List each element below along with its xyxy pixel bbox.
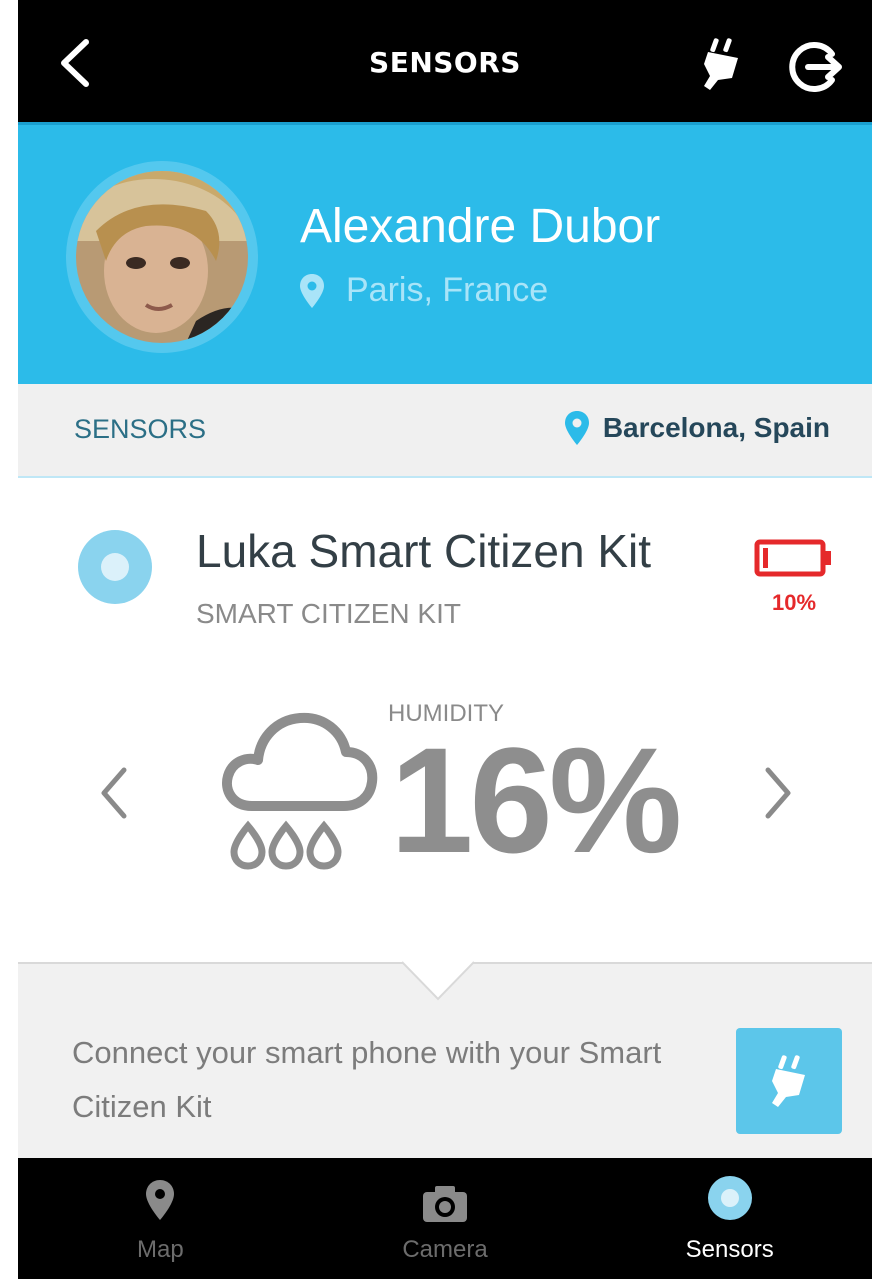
- profile-header: Alexandre Dubor Paris, France: [18, 122, 872, 384]
- avatar-ring: [66, 161, 258, 353]
- sensors-section-bar: SENSORS Barcelona, Spain: [18, 384, 872, 478]
- battery-percentage: 10%: [771, 590, 817, 615]
- chevron-right-icon: [765, 767, 791, 819]
- profile-location-text: Paris, France: [346, 271, 549, 309]
- pointer-notch: [402, 961, 474, 1001]
- connect-kit-button[interactable]: [736, 1028, 842, 1134]
- connect-panel: Connect your smart phone with your Smart…: [18, 961, 872, 1158]
- avatar[interactable]: [76, 171, 248, 343]
- bottom-tab-bar: Map Camera Sensors: [18, 1158, 872, 1279]
- map-pin-icon: [146, 1180, 175, 1220]
- plug-icon: [772, 1055, 805, 1107]
- previous-metric-button[interactable]: [96, 764, 132, 822]
- avatar-photo: [76, 171, 248, 343]
- sensors-section-label: SENSORS: [74, 414, 207, 444]
- tab-label: Camera: [402, 1236, 488, 1263]
- kit-location[interactable]: Barcelona, Spain: [564, 410, 830, 446]
- plug-icon: [704, 38, 738, 90]
- location-pin-icon: [300, 273, 324, 308]
- logout-icon: [789, 42, 842, 92]
- profile-location: Paris, France: [300, 271, 548, 310]
- tab-camera[interactable]: Camera: [303, 1158, 588, 1279]
- metric-value: 16%: [390, 716, 682, 884]
- next-metric-button[interactable]: [760, 764, 796, 822]
- chevron-left-icon: [101, 767, 127, 819]
- tab-label: Map: [136, 1236, 184, 1263]
- rain-cloud-icon: [222, 712, 378, 870]
- top-nav-bar: SENSORS: [18, 0, 872, 122]
- tab-sensors[interactable]: Sensors: [587, 1158, 872, 1279]
- sensors-dot-icon: [707, 1176, 752, 1220]
- tab-label: Sensors: [685, 1236, 774, 1263]
- profile-name: Alexandre Dubor: [300, 200, 661, 253]
- logout-button[interactable]: [788, 40, 844, 94]
- battery-low-icon: [754, 539, 831, 577]
- connect-plug-button[interactable]: [698, 36, 744, 92]
- camera-icon: [423, 1186, 467, 1222]
- kit-name: Luka Smart Citizen Kit: [196, 525, 652, 577]
- tab-map[interactable]: Map: [18, 1158, 303, 1279]
- location-pin-icon: [564, 411, 589, 445]
- connect-description: Connect your smart phone with your Smart…: [72, 1035, 662, 1124]
- kit-type: SMART CITIZEN KIT: [196, 598, 461, 629]
- kit-location-text: Barcelona, Spain: [602, 412, 830, 443]
- kit-status-dot: [78, 530, 152, 604]
- app-screen: SENSORS Alexandre Dubor Paris, France SE…: [18, 0, 872, 1279]
